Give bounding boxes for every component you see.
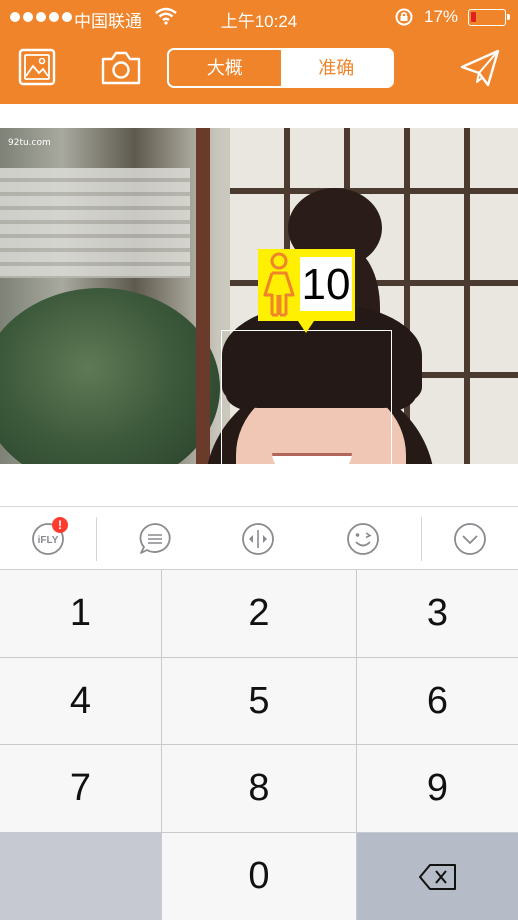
cursor-move-icon[interactable]: [240, 521, 276, 557]
paper-plane-icon[interactable]: [460, 48, 500, 88]
female-icon: [263, 252, 295, 317]
backspace-icon: [418, 863, 456, 890]
key-8[interactable]: 8: [162, 745, 356, 832]
photo-watermark: 92tu.com: [8, 138, 51, 148]
rotation-lock-icon: [395, 8, 413, 26]
analyzed-photo: 92tu.com 10: [0, 128, 518, 464]
svg-text:iFLY: iFLY: [38, 535, 59, 546]
estimated-age: 10: [301, 260, 351, 309]
mode-rough-tab[interactable]: 大概: [169, 50, 281, 86]
key-4[interactable]: 4: [0, 658, 161, 744]
key-1[interactable]: 1: [0, 570, 161, 657]
key-7[interactable]: 7: [0, 745, 161, 832]
age-box: 10: [300, 257, 352, 311]
wink-emoji-icon[interactable]: [345, 521, 381, 557]
chat-bubble-icon[interactable]: [137, 521, 173, 557]
image-gallery-icon[interactable]: [18, 48, 56, 86]
numeric-keypad: 1 2 3 4 5 6 7 8 9 0: [0, 570, 518, 920]
chevron-down-icon[interactable]: [452, 521, 488, 557]
key-5[interactable]: 5: [162, 658, 356, 744]
input-method-toolbar: iFLY !: [0, 506, 518, 570]
divider: [96, 517, 97, 561]
camera-icon[interactable]: [100, 50, 142, 86]
divider: [421, 517, 422, 561]
key-2[interactable]: 2: [162, 570, 356, 657]
key-9[interactable]: 9: [357, 745, 518, 832]
backspace-key[interactable]: [357, 833, 518, 920]
key-0[interactable]: 0: [162, 833, 356, 920]
key-6[interactable]: 6: [357, 658, 518, 744]
notification-badge: !: [52, 517, 68, 533]
battery-icon: [468, 9, 510, 26]
app-header: 中国联通 上午10:24 17% 大概 准确: [0, 0, 518, 104]
face-detection-box: [221, 330, 392, 464]
key-3[interactable]: 3: [357, 570, 518, 657]
status-bar: 中国联通 上午10:24 17%: [0, 0, 518, 34]
main-toolbar: 大概 准确: [0, 34, 518, 104]
accuracy-mode-toggle: 大概 准确: [167, 48, 394, 88]
face-age-tag: 10: [258, 249, 355, 333]
mode-accurate-tab[interactable]: 准确: [280, 50, 392, 86]
blank-key: [0, 833, 161, 920]
battery-percent: 17%: [424, 7, 459, 26]
